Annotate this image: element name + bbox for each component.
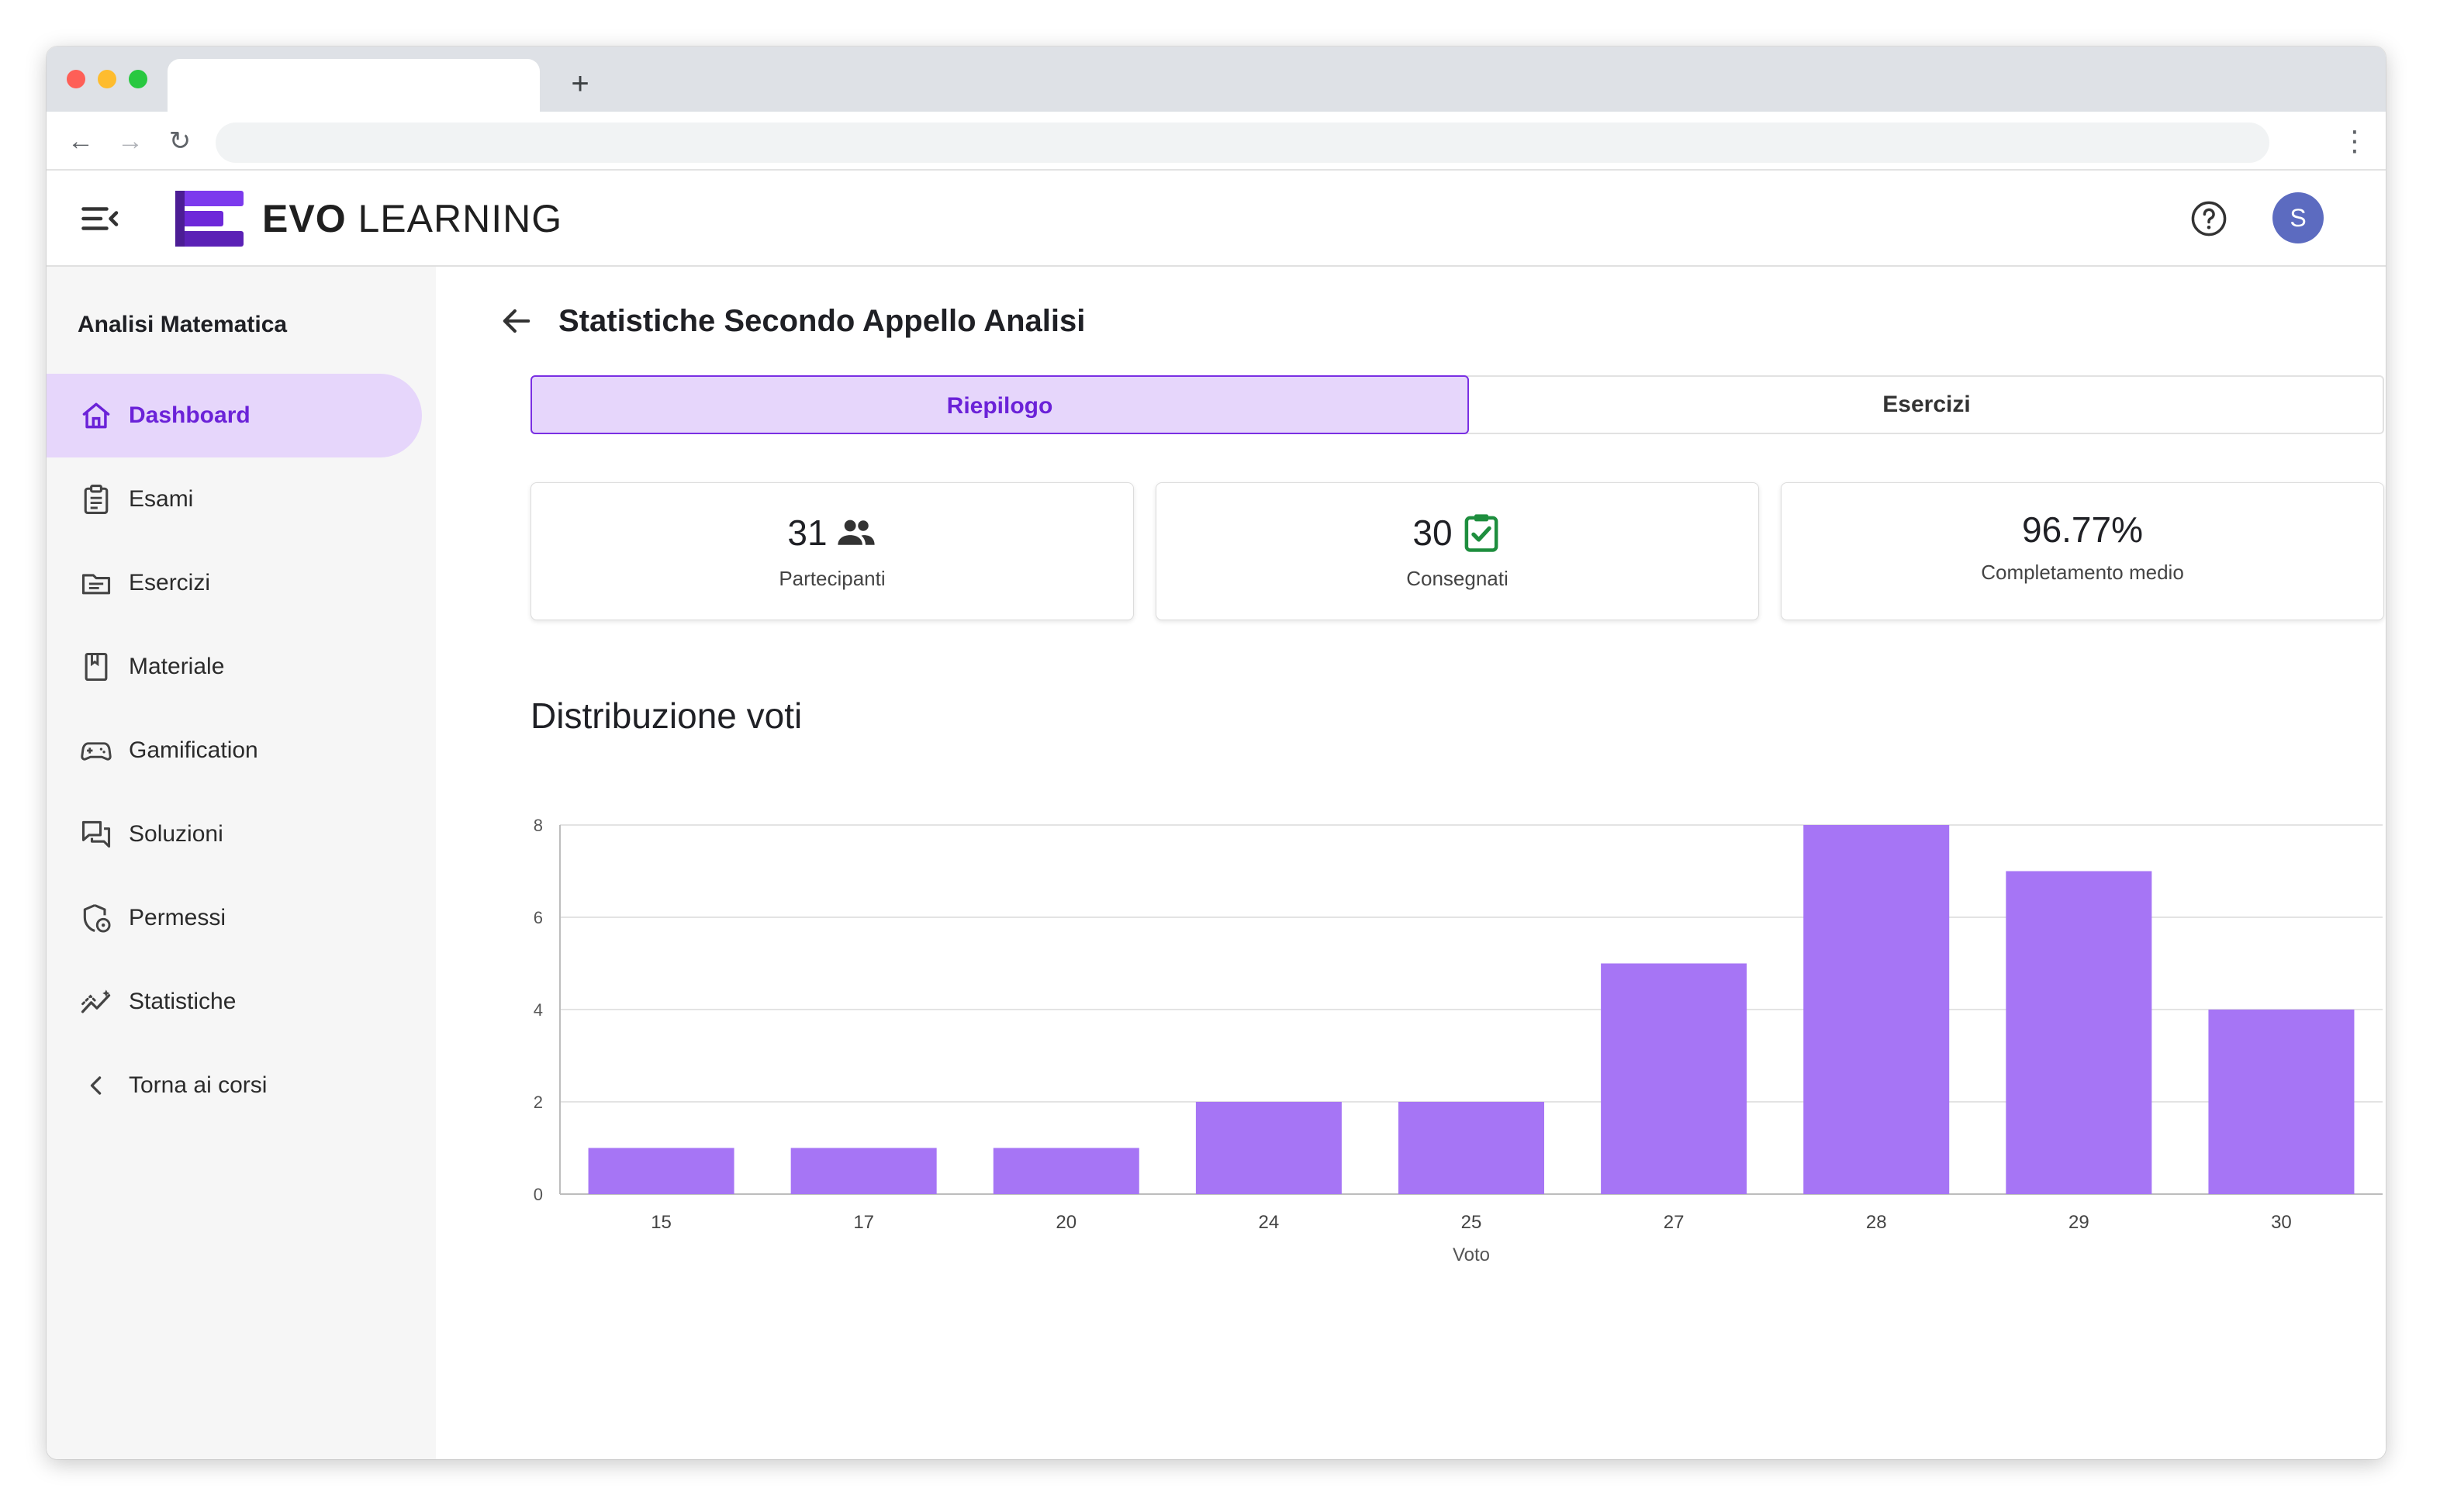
stat-value-row: 96.77%: [1782, 506, 2383, 553]
home-icon: [82, 402, 110, 429]
browser-menu-button[interactable]: ⋮: [2339, 119, 2370, 163]
tab-bar: Riepilogo Esercizi: [531, 375, 2384, 434]
browser-toolbar: ← → ↻ ⋮: [47, 112, 2386, 171]
close-window-button[interactable]: [67, 70, 85, 88]
browser-forward-button[interactable]: →: [109, 119, 152, 163]
stat-value: 31: [787, 513, 828, 553]
new-tab-button[interactable]: +: [558, 62, 602, 105]
browser-back-button[interactable]: ←: [59, 119, 102, 163]
sidebar-item-permessi[interactable]: Permessi: [47, 876, 422, 960]
menu-collapse-button[interactable]: [78, 195, 124, 242]
sidebar: Analisi Matematica Dashboard Esami Eserc: [47, 267, 436, 1459]
chart-bar: [2208, 1010, 2355, 1194]
sidebar-item-label: Gamification: [129, 737, 258, 763]
stat-value-row: 30: [1156, 509, 1758, 556]
sidebar-item-label: Statistiche: [129, 989, 237, 1014]
sidebar-item-dashboard[interactable]: Dashboard: [47, 374, 422, 457]
address-bar[interactable]: [216, 123, 2269, 163]
help-button[interactable]: [2189, 198, 2229, 239]
brand-name-bold: EVO: [262, 197, 347, 240]
sidebar-item-esercizi[interactable]: Esercizi: [47, 541, 422, 625]
sidebar-item-label: Materiale: [129, 654, 225, 679]
chart-bar: [1803, 825, 1950, 1194]
x-tick-label: 15: [651, 1212, 672, 1233]
sidebar-item-torna-ai-corsi[interactable]: Torna ai corsi: [47, 1044, 422, 1127]
chart-bar: [2006, 871, 2152, 1194]
page-title: Statistiche Secondo Appello Analisi: [558, 304, 1086, 338]
chart-heading: Distribuzione voti: [531, 696, 803, 736]
tab-riepilogo[interactable]: Riepilogo: [531, 375, 1469, 434]
brand-name-light: LEARNING: [346, 197, 563, 240]
sidebar-item-label: Esami: [129, 486, 194, 512]
clipboard-check-icon: [1464, 514, 1498, 552]
book-icon: [85, 652, 108, 682]
forum-icon: [81, 820, 111, 848]
stat-card-partecipanti: 31 Partecipanti: [531, 482, 1134, 620]
minimize-window-button[interactable]: [98, 70, 116, 88]
app-header: EVO LEARNING S: [47, 171, 2386, 267]
sidebar-item-materiale[interactable]: Materiale: [47, 625, 422, 709]
x-axis-label: Voto: [1453, 1244, 1490, 1265]
sidebar-item-gamification[interactable]: Gamification: [47, 709, 422, 792]
x-tick-label: 27: [1664, 1212, 1685, 1233]
x-tick-label: 24: [1259, 1212, 1280, 1233]
browser-reload-button[interactable]: ↻: [158, 119, 202, 163]
y-tick-label: 6: [534, 908, 543, 927]
browser-tab-strip: +: [47, 47, 2386, 112]
chart-bar: [588, 1148, 734, 1194]
maximize-window-button[interactable]: [129, 70, 147, 88]
stat-value: 30: [1412, 513, 1453, 553]
evo-logo: [174, 189, 245, 248]
help-circle-icon: [2191, 201, 2227, 236]
shield-lock-icon: [83, 904, 111, 933]
stat-card-completamento-medio: 96.77% Completamento medio: [1781, 482, 2384, 620]
stat-value-row: 31: [531, 509, 1133, 556]
chart-bar: [790, 1148, 937, 1194]
browser-tab[interactable]: [168, 59, 540, 112]
grade-distribution-chart: 0246815 17 20 24 25 27 28 29 30Voto: [534, 816, 2383, 1265]
y-tick-label: 8: [534, 816, 543, 835]
chart-bar: [1195, 1102, 1342, 1194]
stat-label: Completamento medio: [1981, 561, 2184, 584]
main-content: Statistiche Secondo Appello Analisi Riep…: [436, 267, 2386, 1459]
chevron-left-icon: [90, 1076, 102, 1095]
x-tick-label: 30: [2271, 1212, 2292, 1233]
gamepad-icon: [81, 742, 112, 761]
menu-open-icon: [81, 207, 119, 230]
folder-list-icon: [81, 574, 111, 595]
x-tick-label: 20: [1056, 1212, 1077, 1233]
stat-value: 96.77%: [2021, 509, 2143, 550]
user-avatar[interactable]: S: [2272, 192, 2324, 243]
brand-name: EVO LEARNING: [262, 189, 562, 248]
x-tick-label: 28: [1866, 1212, 1887, 1233]
stat-card-consegnati: 30 Consegnati: [1156, 482, 1759, 620]
sidebar-item-label: Esercizi: [129, 570, 211, 595]
chart-bar: [1398, 1102, 1544, 1194]
course-title: Analisi Matematica: [78, 312, 288, 337]
arrow-left-icon: [503, 309, 531, 333]
sidebar-item-label: Soluzioni: [129, 821, 223, 847]
x-tick-label: 17: [853, 1212, 874, 1233]
y-tick-label: 4: [534, 1000, 543, 1020]
browser-window: + ← → ↻ ⋮ EVO LEARNING S Analisi Matemat…: [47, 47, 2386, 1459]
y-tick-label: 2: [534, 1093, 543, 1112]
people-icon: [837, 520, 875, 545]
stat-label: Partecipanti: [779, 567, 886, 590]
chart-bar: [993, 1148, 1139, 1194]
y-tick-label: 0: [534, 1185, 543, 1204]
sidebar-item-label: Permessi: [129, 905, 226, 930]
sidebar-item-label: Torna ai corsi: [129, 1072, 268, 1098]
x-tick-label: 29: [2068, 1212, 2089, 1233]
x-tick-label: 25: [1461, 1212, 1482, 1233]
chart-line-icon: [81, 989, 111, 1013]
chart-bar: [1601, 963, 1747, 1194]
stat-label: Consegnati: [1406, 567, 1509, 590]
back-button[interactable]: [496, 301, 537, 341]
sidebar-item-soluzioni[interactable]: Soluzioni: [47, 792, 422, 876]
sidebar-item-statistiche[interactable]: Statistiche: [47, 960, 422, 1044]
tab-esercizi[interactable]: Esercizi: [1469, 377, 2384, 433]
sidebar-item-esami[interactable]: Esami: [47, 457, 422, 541]
clipboard-icon: [84, 485, 109, 514]
sidebar-item-label: Dashboard: [129, 402, 251, 428]
